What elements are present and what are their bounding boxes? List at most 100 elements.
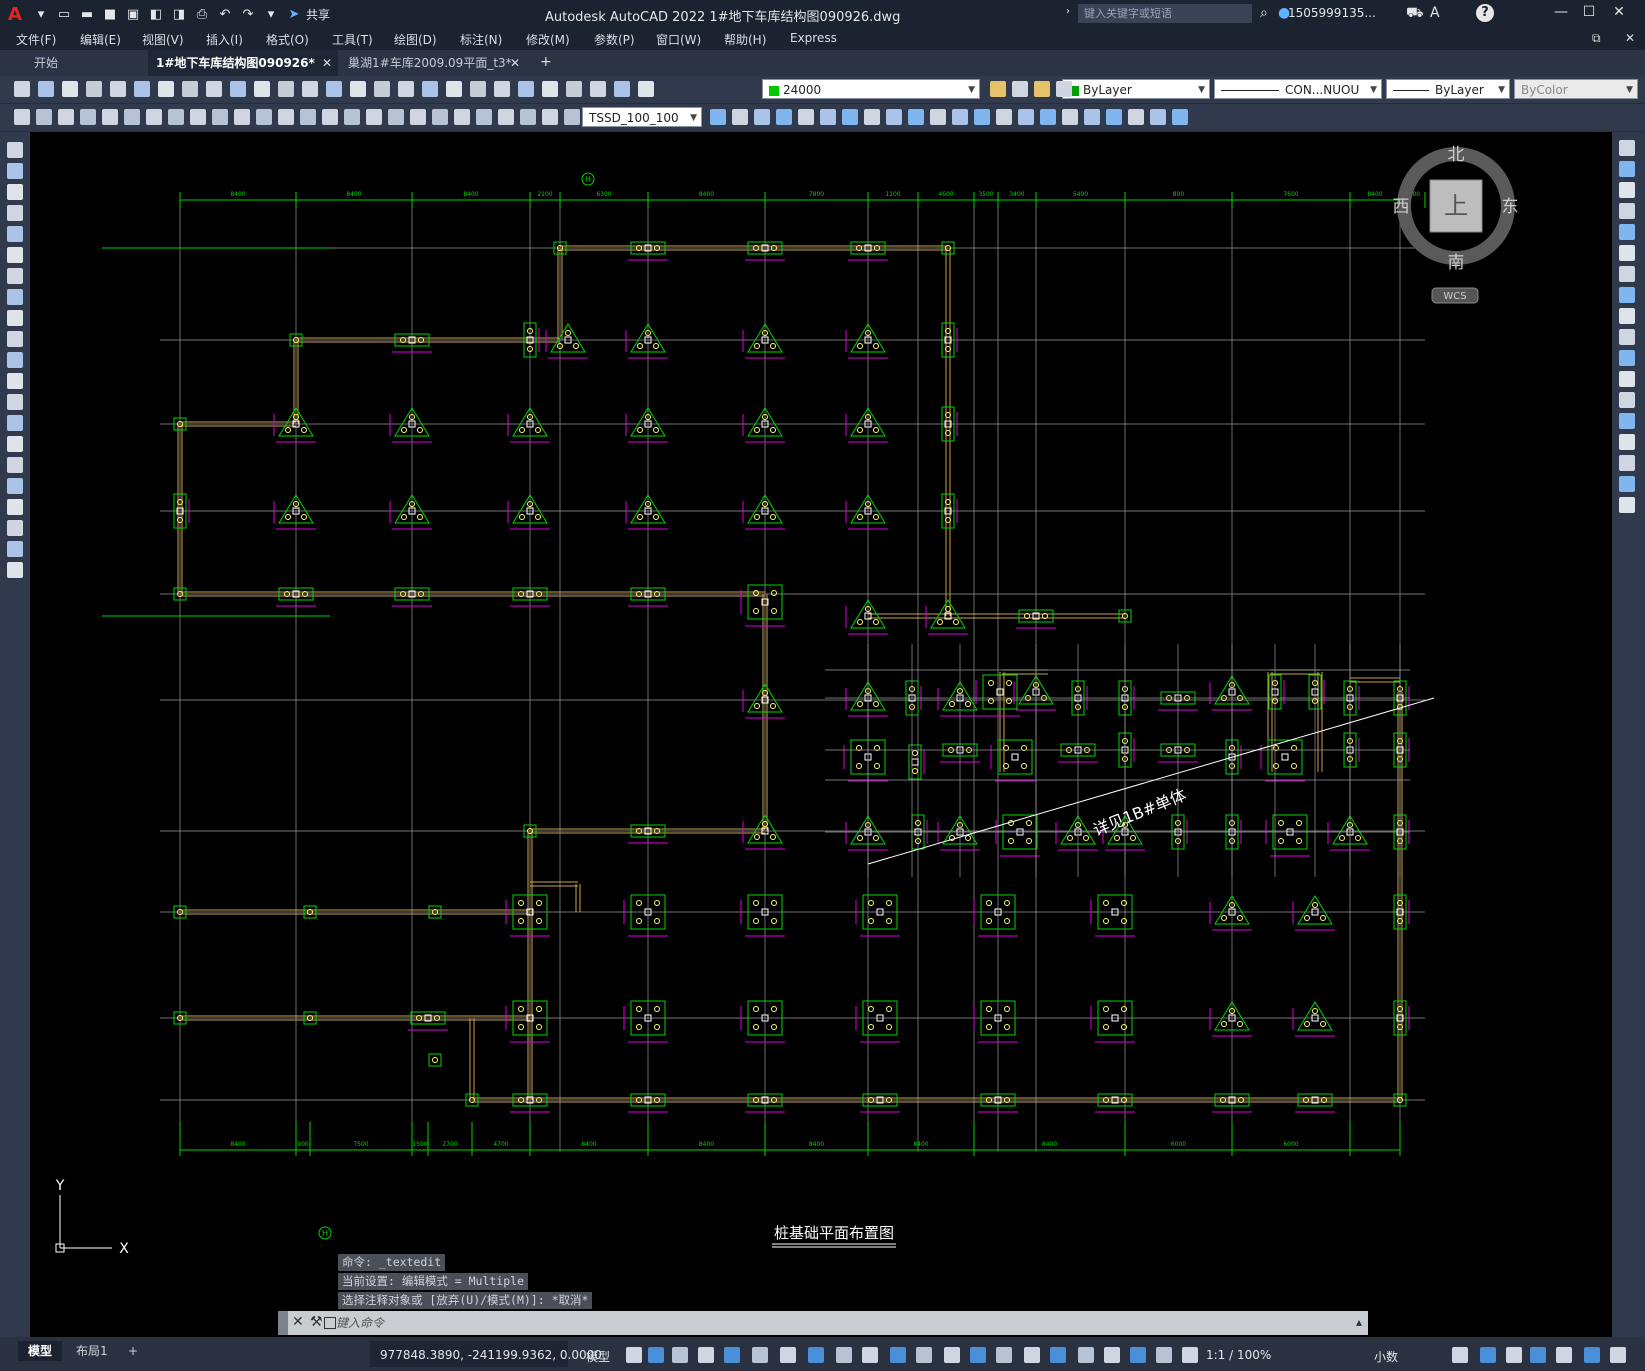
redo-icon[interactable] [278,81,294,97]
wedge-icon[interactable] [732,109,748,125]
loft-icon[interactable] [930,109,946,125]
menu-insert[interactable]: 插入(I) [206,31,243,48]
new-tab-icon[interactable]: + [540,54,552,70]
table-icon[interactable] [7,478,23,494]
design-center-icon[interactable] [398,81,414,97]
paste-icon[interactable] [206,81,222,97]
shell-icon[interactable] [1128,109,1144,125]
quick-dim-icon[interactable] [190,109,206,125]
make-current-icon[interactable] [990,81,1006,97]
print-icon[interactable] [86,81,102,97]
search-icon[interactable]: ⌕ [1260,5,1268,21]
angular-icon[interactable] [168,109,184,125]
tool-palette-icon[interactable] [422,81,438,97]
circle-icon[interactable] [7,247,23,263]
tab-layout1[interactable]: 布局1 [66,1341,118,1361]
osnap-icon[interactable] [808,1347,824,1363]
doc-restore-icon[interactable]: ⧉ [1592,31,1601,46]
line-icon[interactable] [7,142,23,158]
break-icon[interactable] [1619,392,1635,408]
radius-icon[interactable] [542,109,558,125]
color-dropdown[interactable]: ByLayer ▼ [1062,79,1210,99]
arc-dim-icon[interactable] [58,109,74,125]
lineweight-dropdown[interactable]: ByLayer ▼ [1386,79,1510,99]
new-file-icon[interactable]: ▭ [54,4,74,24]
save-as-icon[interactable]: ▣ [123,4,143,24]
menu-tools[interactable]: 工具(T) [332,31,373,48]
tab-close-icon[interactable]: ✕ [510,50,520,76]
slice-icon[interactable] [1018,109,1034,125]
union-icon[interactable] [952,109,968,125]
properties-icon[interactable] [374,81,390,97]
add-selected-icon[interactable] [7,520,23,536]
arc-dim-icon[interactable] [498,109,514,125]
minimize-icon[interactable]: — [1548,4,1574,24]
subtract-icon[interactable] [974,109,990,125]
isodraft-icon[interactable] [752,1347,768,1363]
polar-icon[interactable] [724,1347,740,1363]
search-input[interactable]: 键入关键字或短语 [1078,4,1252,23]
search-expand-icon[interactable]: › [1066,6,1070,17]
auto-scale-icon[interactable] [1050,1347,1066,1363]
menu-format[interactable]: 格式(O) [266,31,309,48]
maximize-icon[interactable]: ☐ [1576,4,1602,24]
help-icon[interactable] [518,81,534,97]
publish-icon[interactable] [134,81,150,97]
hardware-accel-icon[interactable] [1556,1347,1572,1363]
cut-icon[interactable] [158,81,174,97]
markup-icon[interactable] [470,81,486,97]
break-point-icon[interactable] [1619,371,1635,387]
mirror-icon[interactable] [1619,182,1635,198]
command-prompt-icon[interactable] [324,1317,336,1329]
history-expand-icon[interactable]: ▴ [1356,1315,1362,1329]
continue-icon[interactable] [234,109,250,125]
infer-icon[interactable] [672,1347,688,1363]
customize-icon[interactable]: ⚒ [310,1314,323,1330]
box-icon[interactable] [710,109,726,125]
text-edit-icon[interactable] [410,109,426,125]
menu-chevron-icon[interactable]: ▾ [31,4,51,24]
make-current-icon[interactable] [1056,81,1072,97]
space-toggle[interactable]: 模型 [586,1348,610,1365]
zoom-icon[interactable] [326,81,342,97]
doc-close-icon[interactable]: ✕ [1625,31,1635,45]
web-open-icon[interactable]: ◧ [146,4,166,24]
explode-icon[interactable] [1619,497,1635,513]
annotation-scale-icon[interactable] [1078,1347,1094,1363]
layer-state-icon[interactable] [566,81,582,97]
tab-model[interactable]: 模型 [18,1341,63,1361]
viewcube-south[interactable]: 南 [1448,253,1465,273]
layer-previous-icon[interactable] [1012,81,1028,97]
quick-properties-icon[interactable] [1182,1347,1198,1363]
gear-icon[interactable] [1452,1347,1468,1363]
lock-icon[interactable] [638,81,654,97]
undo-icon[interactable]: ↶ [215,4,235,24]
new-icon[interactable] [14,81,30,97]
stretch-icon[interactable] [1619,308,1635,324]
array-icon[interactable] [1619,224,1635,240]
insert-block-icon[interactable] [7,352,23,368]
plus-icon[interactable] [1480,1347,1496,1363]
annotation-monitor-icon[interactable] [1130,1347,1146,1363]
sphere-icon[interactable] [776,109,792,125]
autocad-logo-icon[interactable]: A [8,4,28,25]
region-icon[interactable] [7,457,23,473]
transparency-icon[interactable] [862,1347,878,1363]
linear-dim-icon[interactable] [14,109,30,125]
menu-window[interactable]: 窗口(W) [656,31,701,48]
help-icon[interactable]: ? [1476,4,1494,22]
intersect-icon[interactable] [996,109,1012,125]
sweep-icon[interactable] [908,109,924,125]
linear-dim-icon[interactable] [454,109,470,125]
space-icon[interactable] [256,109,272,125]
diameter-icon[interactable] [146,109,162,125]
update-icon[interactable] [432,109,448,125]
jogged-icon[interactable] [124,109,140,125]
filter-icon[interactable] [970,1347,986,1363]
revolve-icon[interactable] [886,109,902,125]
jogged-linear-icon[interactable] [366,109,382,125]
command-input[interactable]: 键入命令 [336,1311,384,1335]
menu-edit[interactable]: 编辑(E) [80,31,121,48]
viewcube-east[interactable]: 东 [1502,197,1519,217]
linetype-dropdown[interactable]: CON...NUOU ▼ [1214,79,1382,99]
